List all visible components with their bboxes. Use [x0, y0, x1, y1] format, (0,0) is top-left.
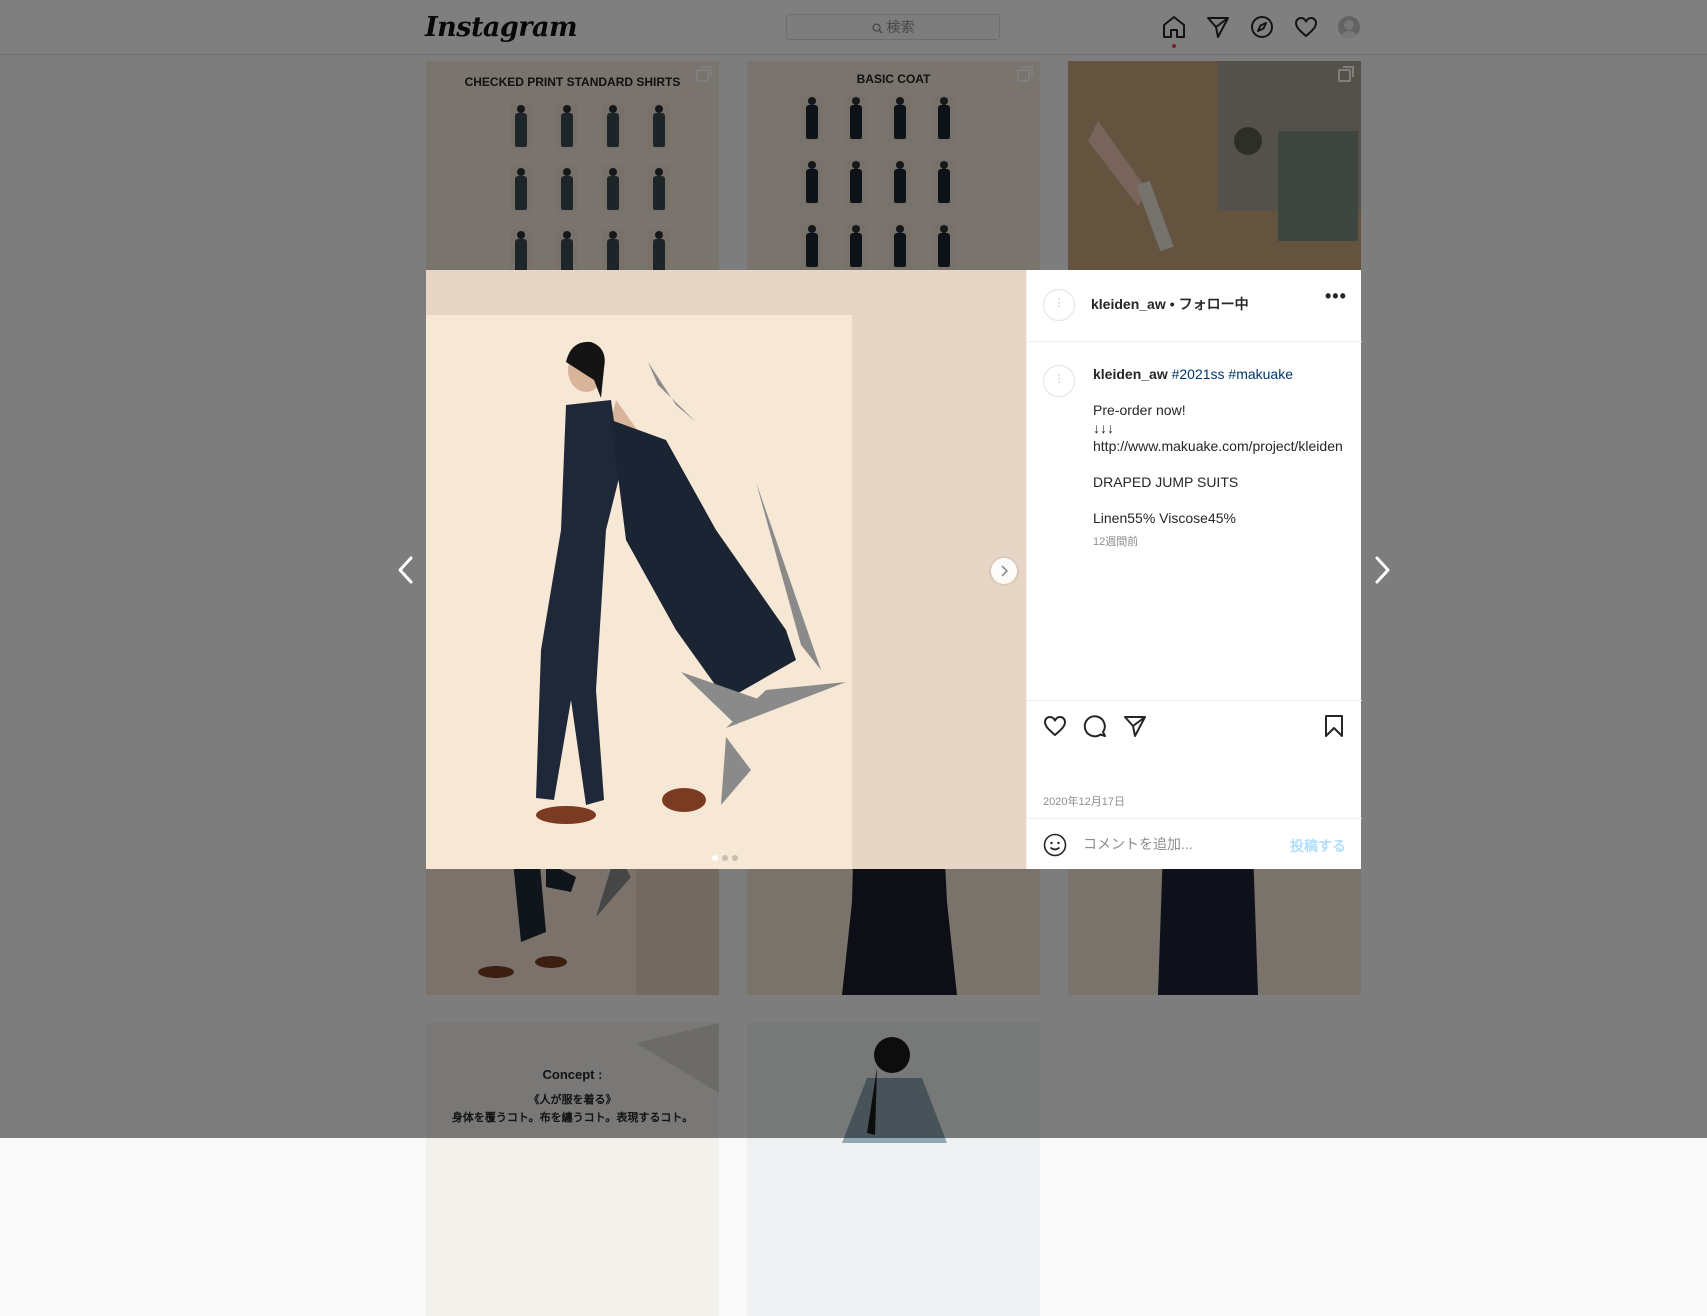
previous-post-arrow-icon[interactable]	[392, 552, 420, 588]
caption-line: Pre-order now!	[1093, 402, 1186, 418]
caption-line: ↓↓↓	[1093, 420, 1114, 436]
caption-hashtags[interactable]: #2021ss #makuake	[1172, 366, 1293, 382]
comment-input[interactable]	[1081, 835, 1275, 853]
post-date[interactable]: 2020年12月17日	[1043, 793, 1125, 809]
caption-line: Linen55% Viscose45%	[1093, 510, 1236, 526]
carousel-dot	[712, 855, 718, 861]
separator-dot: •	[1169, 296, 1175, 312]
post-caption: kleiden_aw #2021ss #makuake Pre-order no…	[1093, 365, 1345, 551]
carousel-dot	[732, 855, 738, 861]
post-photo[interactable]	[426, 270, 1026, 869]
caption-avatar[interactable]	[1043, 365, 1075, 397]
chevron-right-icon	[1001, 565, 1009, 577]
model-photo-illustration	[536, 341, 846, 824]
share-direct-icon[interactable]	[1122, 713, 1148, 739]
next-post-arrow-icon[interactable]	[1368, 552, 1396, 588]
author-avatar[interactable]	[1043, 289, 1075, 321]
follow-status-button[interactable]: フォロー中	[1179, 296, 1249, 312]
comment-bar: 投稿する	[1027, 818, 1362, 870]
carousel-dot	[722, 855, 728, 861]
post-comment-button[interactable]: 投稿する	[1290, 836, 1346, 856]
post-header: kleiden_aw•フォロー中 •••	[1027, 270, 1362, 342]
post-actions: 2020年12月17日 投稿する	[1027, 700, 1362, 869]
header-user-line: kleiden_aw • フォロー中	[1091, 294, 1249, 314]
caption-link[interactable]: http://www.makuake.com/project/kleiden	[1093, 437, 1345, 455]
emoji-smiley-icon[interactable]	[1043, 833, 1067, 857]
author-username[interactable]: kleiden_aw	[1091, 296, 1166, 312]
carousel-next-button[interactable]	[991, 558, 1017, 584]
caption-username[interactable]: kleiden_aw	[1093, 366, 1168, 382]
bookmark-icon[interactable]	[1321, 713, 1347, 739]
more-options-icon[interactable]: •••	[1325, 286, 1347, 307]
comment-bubble-icon[interactable]	[1082, 713, 1108, 739]
like-heart-icon[interactable]	[1042, 713, 1068, 739]
post-sidebar: kleiden_aw•フォロー中 ••• kleiden_aw #2021ss …	[1026, 270, 1362, 869]
caption-time-ago[interactable]: 12週間前	[1093, 533, 1345, 551]
caption-line: DRAPED JUMP SUITS	[1093, 474, 1239, 490]
post-modal: kleiden_aw•フォロー中 ••• kleiden_aw #2021ss …	[426, 270, 1362, 869]
carousel-indicator	[712, 848, 742, 866]
